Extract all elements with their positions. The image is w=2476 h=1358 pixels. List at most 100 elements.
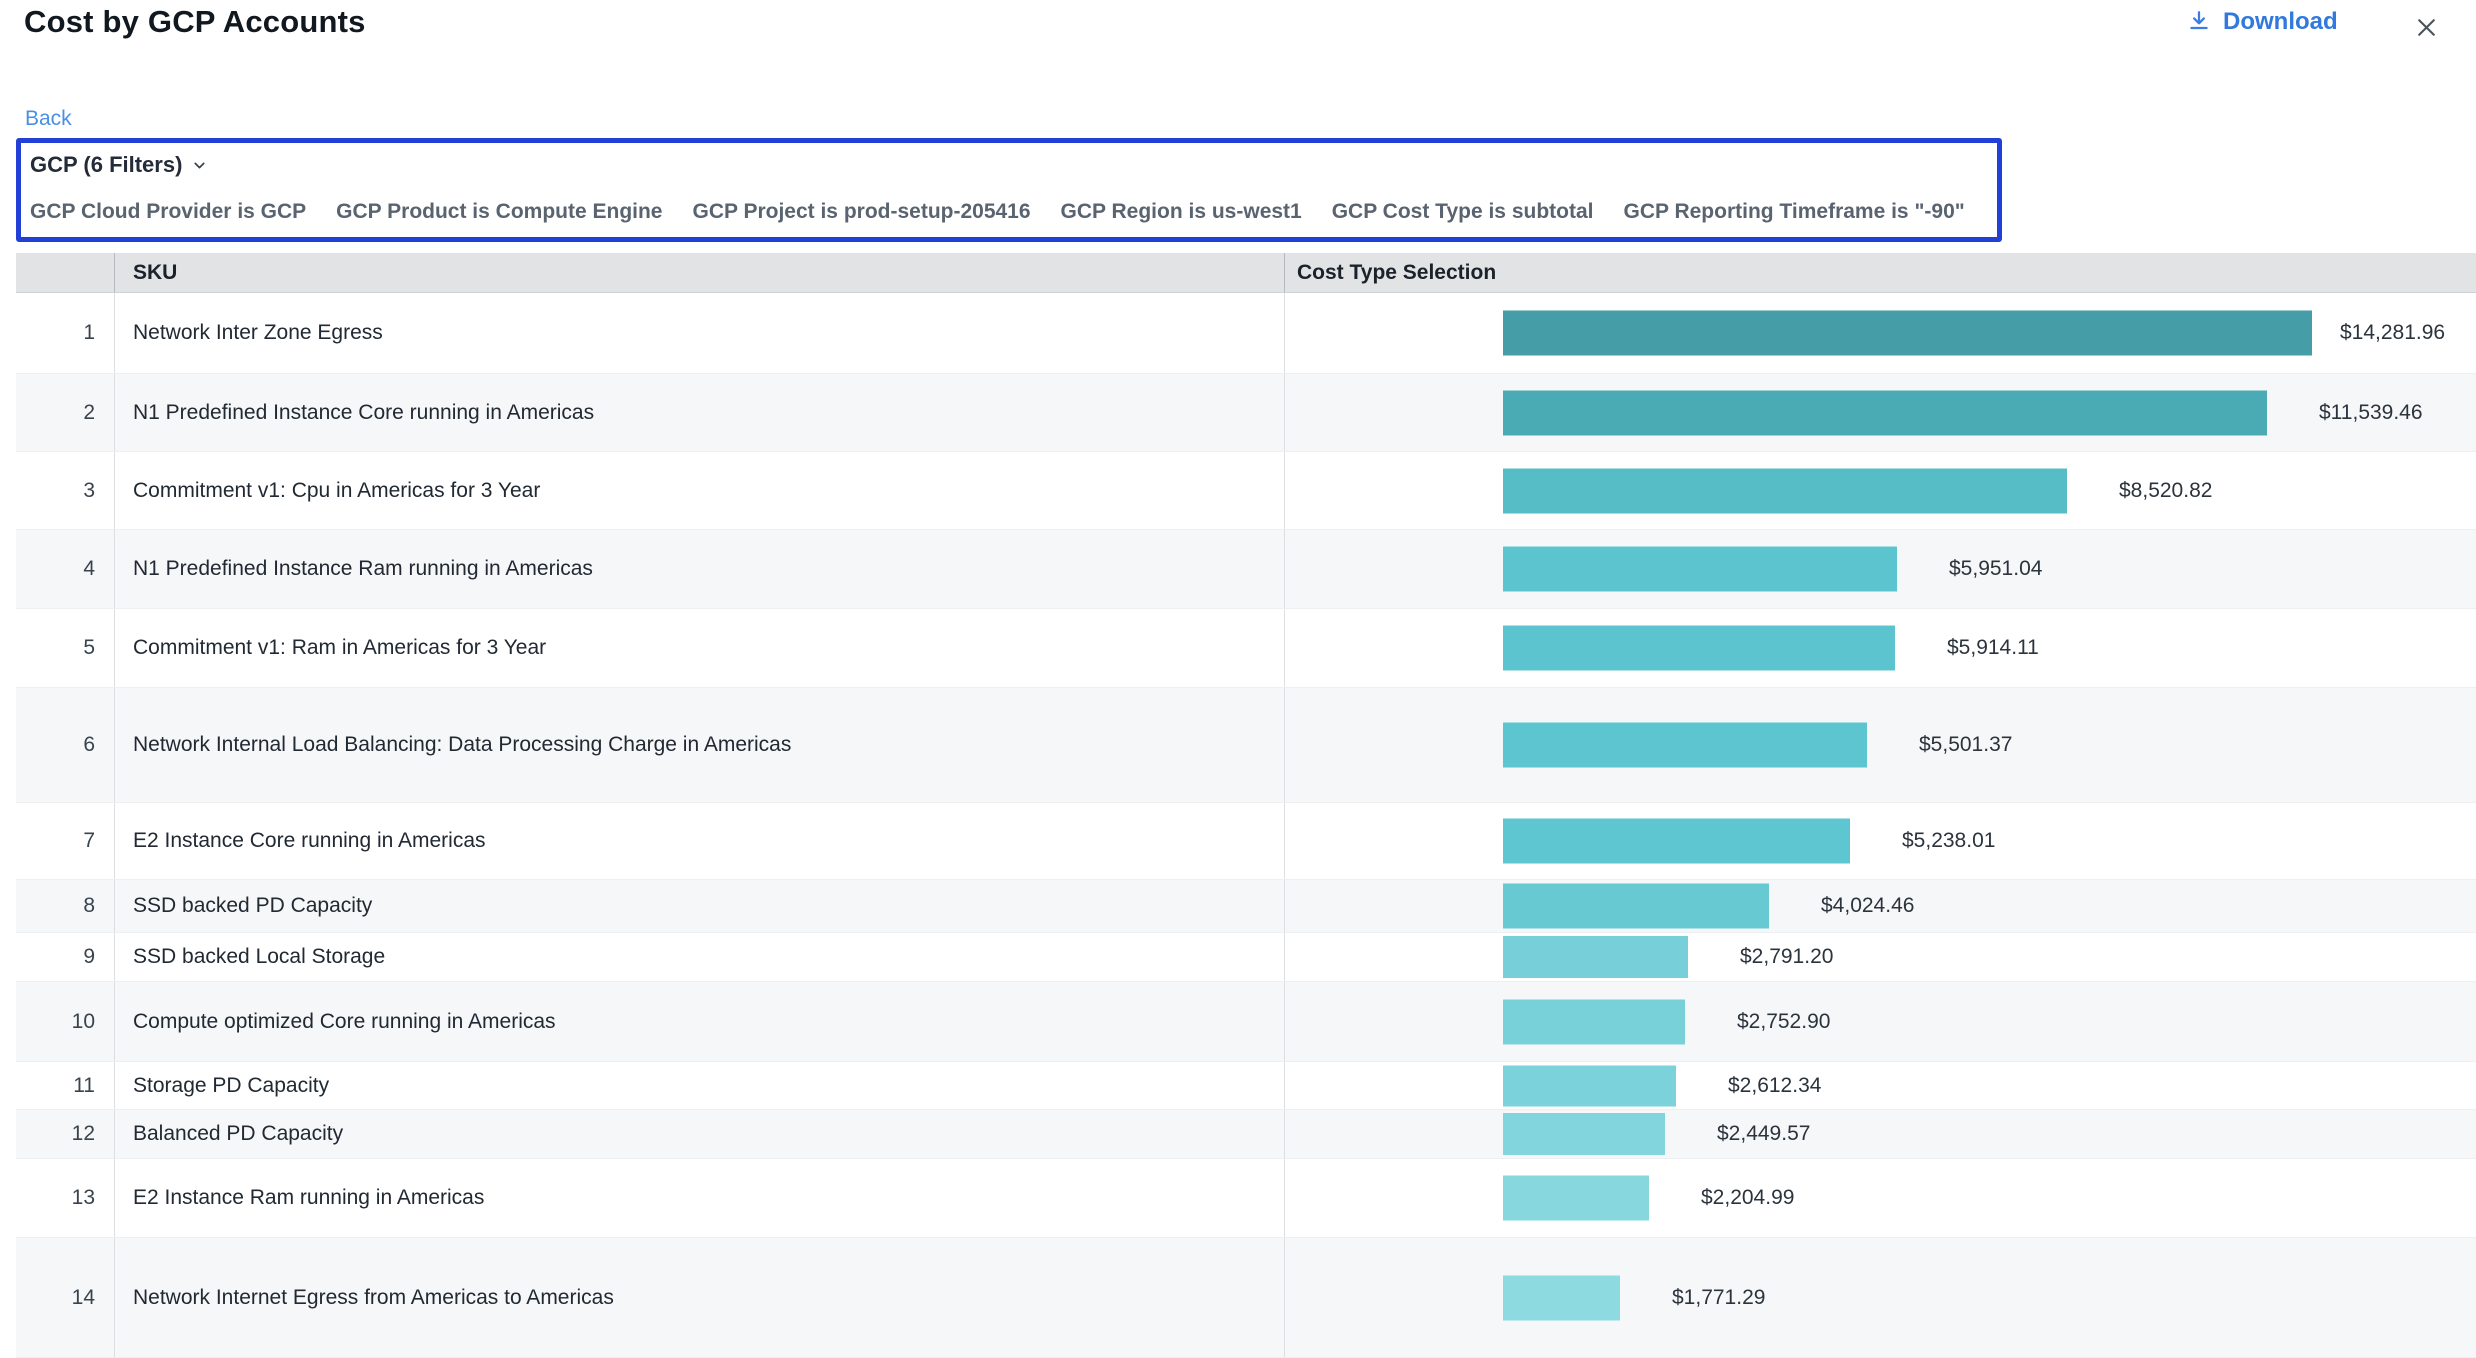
sku-cell: Network Internal Load Balancing: Data Pr… [115,688,1285,802]
download-icon [2186,9,2212,35]
cost-bar-cell: $5,238.01 [1285,803,2476,879]
cost-bar [1503,1113,1665,1155]
table-header-index [16,253,115,292]
table-row: 14Network Internet Egress from Americas … [16,1238,2476,1358]
row-index: 11 [16,1062,115,1109]
table-body: 1Network Inter Zone Egress$14,281.962N1 … [16,293,2476,1358]
filter-chip: GCP Product is Compute Engine [336,200,662,224]
cost-bar-cell: $2,449.57 [1285,1110,2476,1158]
chevron-down-icon [191,157,208,174]
table-row: 6Network Internal Load Balancing: Data P… [16,688,2476,803]
table-row: 9SSD backed Local Storage$2,791.20 [16,933,2476,982]
cost-bar [1503,936,1688,978]
row-index: 2 [16,374,115,451]
cost-bar [1503,1065,1676,1106]
cost-bar-cell: $8,520.82 [1285,452,2476,529]
table-header-row: SKU Cost Type Selection [16,253,2476,293]
row-index: 1 [16,293,115,373]
cost-bar-cell: $2,752.90 [1285,982,2476,1061]
sku-cell: Compute optimized Core running in Americ… [115,982,1285,1061]
table-row: 2N1 Predefined Instance Core running in … [16,374,2476,452]
cost-table: SKU Cost Type Selection 1Network Inter Z… [16,253,2476,1358]
row-index: 14 [16,1238,115,1357]
filter-chip: GCP Region is us-west1 [1061,200,1302,224]
table-row: 7E2 Instance Core running in Americas $5,… [16,803,2476,880]
cost-value-label: $1,771.29 [1672,1286,1765,1310]
cost-value-label: $8,520.82 [2119,479,2212,503]
table-row: 8SSD backed PD Capacity $4,024.46 [16,880,2476,933]
sku-cell: N1 Predefined Instance Ram running in Am… [115,530,1285,608]
table-row: 11Storage PD Capacity $2,612.34 [16,1062,2476,1110]
cost-value-label: $5,914.11 [1947,636,2039,660]
cost-bar-cell: $14,281.96 [1285,293,2476,373]
table-row: 13E2 Instance Ram running in Americas $2,… [16,1159,2476,1238]
table-header-cost-type: Cost Type Selection [1285,253,2476,292]
download-button[interactable]: Download [2186,8,2338,36]
back-link[interactable]: Back [25,107,72,131]
table-row: 12Balanced PD Capacity $2,449.57 [16,1110,2476,1159]
sku-cell: Storage PD Capacity [115,1062,1285,1109]
cost-bar-cell: $11,539.46 [1285,374,2476,451]
cost-value-label: $5,501.37 [1919,733,2012,757]
sku-cell: E2 Instance Core running in Americas [115,803,1285,879]
row-index: 4 [16,530,115,608]
page-title: Cost by GCP Accounts [24,4,366,40]
cost-bar [1503,723,1867,768]
row-index: 12 [16,1110,115,1158]
cost-bar [1503,547,1897,592]
cost-bar [1503,626,1895,671]
cost-bar [1503,1275,1620,1320]
sku-cell: Commitment v1: Cpu in Americas for 3 Yea… [115,452,1285,529]
cost-value-label: $5,238.01 [1902,829,1995,853]
cost-value-label: $2,204.99 [1701,1186,1794,1210]
cost-value-label: $14,281.96 [2340,321,2445,345]
filter-chip: GCP Cloud Provider is GCP [30,200,306,224]
table-row: 4N1 Predefined Instance Ram running in A… [16,530,2476,609]
cost-bar [1503,999,1685,1044]
table-row: 10Compute optimized Core running in Amer… [16,982,2476,1062]
cost-value-label: $4,024.46 [1821,894,1914,918]
sku-cell: Commitment v1: Ram in Americas for 3 Yea… [115,609,1285,687]
row-index: 10 [16,982,115,1061]
cost-bar [1503,311,2312,356]
cost-value-label: $2,612.34 [1728,1074,1821,1098]
sku-cell: E2 Instance Ram running in Americas [115,1159,1285,1237]
table-header-sku: SKU [115,253,1285,292]
cost-bar-cell: $5,914.11 [1285,609,2476,687]
row-index: 8 [16,880,115,932]
download-label: Download [2223,8,2338,36]
close-button[interactable] [2407,8,2445,46]
row-index: 5 [16,609,115,687]
table-row: 5Commitment v1: Ram in Americas for 3 Ye… [16,609,2476,688]
close-icon [2414,15,2439,40]
cost-value-label: $2,791.20 [1740,945,1833,969]
cost-bar-cell: $4,024.46 [1285,880,2476,932]
cost-value-label: $5,951.04 [1949,557,2042,581]
filter-chip: GCP Reporting Timeframe is "-90" [1623,200,1964,224]
cost-bar-cell: $1,771.29 [1285,1238,2476,1357]
row-index: 3 [16,452,115,529]
cost-bar-cell: $5,501.37 [1285,688,2476,802]
row-index: 7 [16,803,115,879]
sku-cell: Balanced PD Capacity [115,1110,1285,1158]
filters-dropdown-label: GCP (6 Filters) [30,152,182,178]
filter-chip: GCP Cost Type is subtotal [1332,200,1594,224]
row-index: 6 [16,688,115,802]
cost-bar [1503,884,1769,929]
sku-cell: N1 Predefined Instance Core running in A… [115,374,1285,451]
filter-box: GCP (6 Filters) GCP Cloud Provider is GC… [16,138,2002,242]
row-index: 9 [16,933,115,981]
filter-chip: GCP Project is prod-setup-205416 [692,200,1030,224]
sku-cell: Network Inter Zone Egress [115,293,1285,373]
filter-chip-list: GCP Cloud Provider is GCP GCP Product is … [30,200,1965,224]
filters-dropdown[interactable]: GCP (6 Filters) [30,152,208,178]
cost-value-label: $2,449.57 [1717,1122,1810,1146]
sku-cell: Network Internet Egress from Americas to… [115,1238,1285,1357]
cost-bar-cell: $2,612.34 [1285,1062,2476,1109]
sku-cell: SSD backed PD Capacity [115,880,1285,932]
cost-bar [1503,390,2267,435]
cost-bar-cell: $5,951.04 [1285,530,2476,608]
cost-bar-cell: $2,791.20 [1285,933,2476,981]
row-index: 13 [16,1159,115,1237]
cost-bar-cell: $2,204.99 [1285,1159,2476,1237]
